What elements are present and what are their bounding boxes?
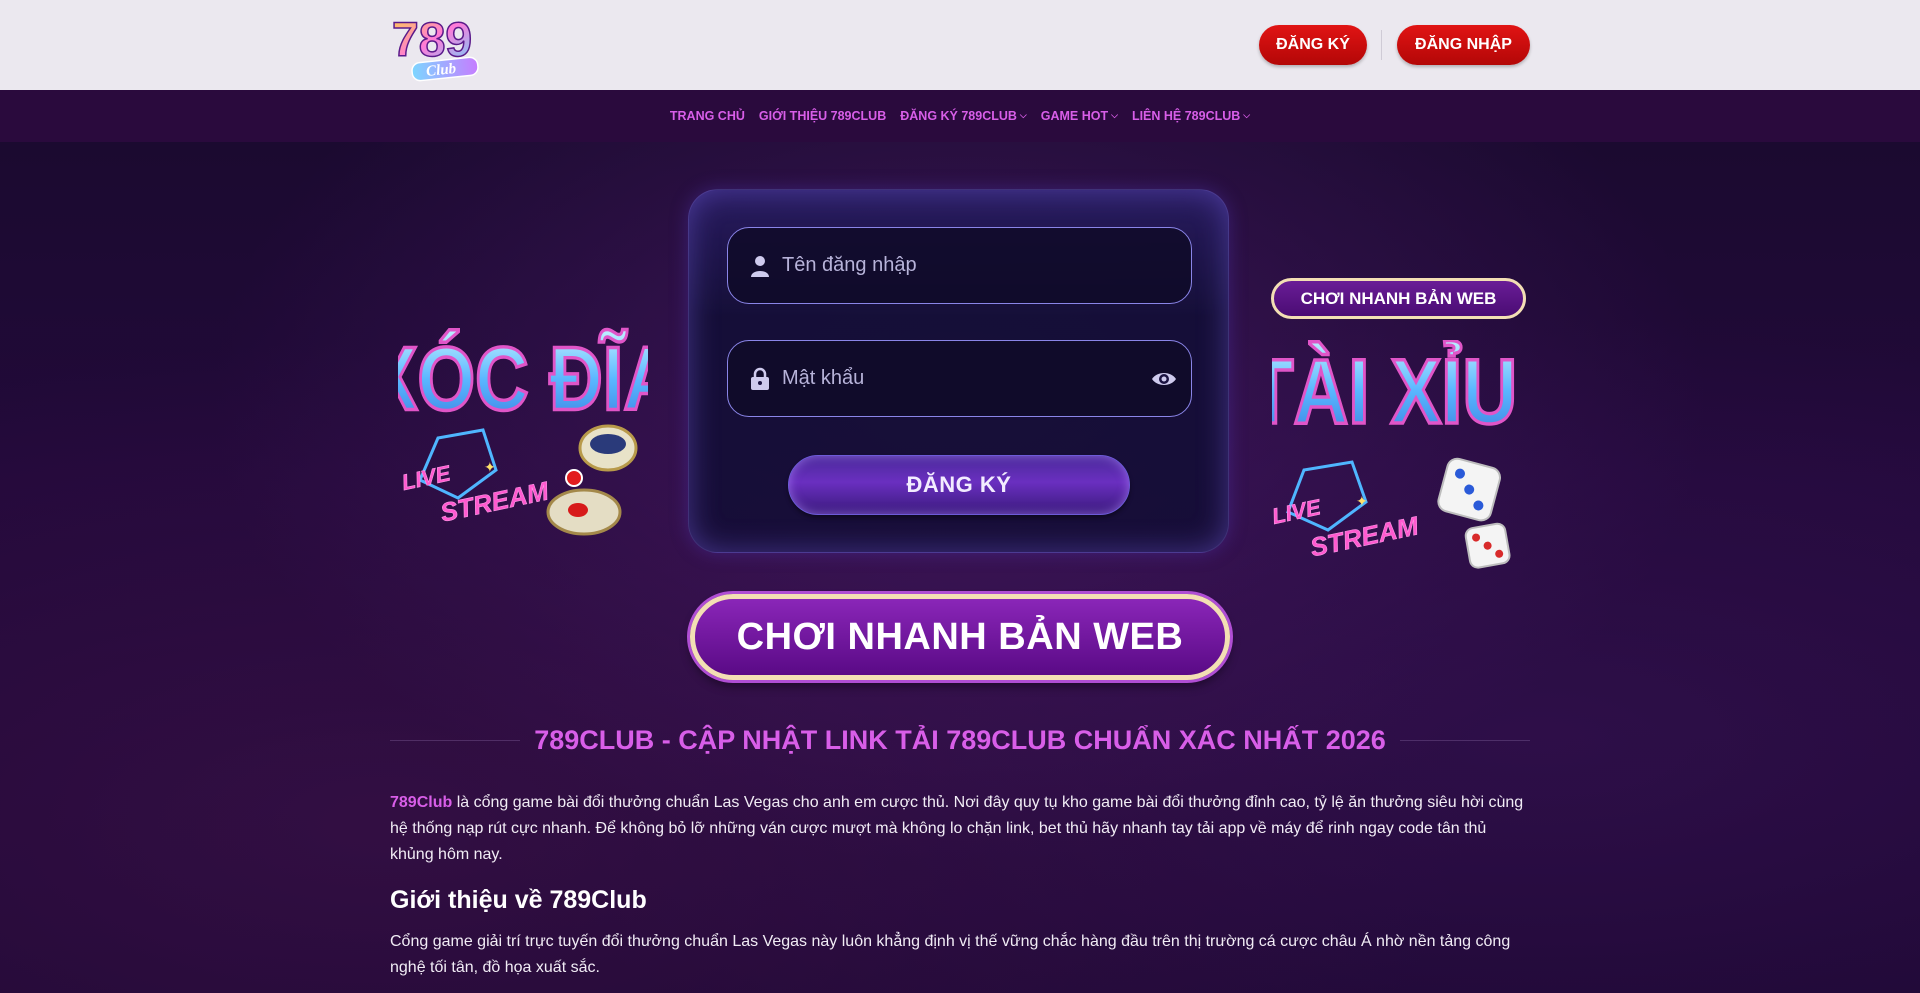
- chevron-down-icon: ⌵: [1111, 109, 1118, 120]
- show-password-icon[interactable]: [1151, 367, 1177, 391]
- svg-text:✦: ✦: [484, 459, 496, 475]
- password-field[interactable]: [727, 340, 1192, 417]
- svg-text:✦: ✦: [1356, 493, 1368, 509]
- username-field[interactable]: [727, 227, 1192, 304]
- svg-text:STREAM: STREAM: [438, 475, 553, 527]
- nav-item-4[interactable]: LIÊN HỆ 789CLUB ⌵: [1132, 109, 1250, 123]
- article-title-row: 789CLUB - CẬP NHẬT LINK TẢI 789CLUB CHUẨ…: [390, 720, 1530, 760]
- username-input[interactable]: [782, 254, 1122, 277]
- play-web-small-button[interactable]: CHƠI NHANH BẢN WEB: [1271, 278, 1526, 319]
- site-header: 789 Club ĐĂNG KÝ ĐĂNG NHẬP: [0, 0, 1920, 90]
- nav-item-0[interactable]: TRANG CHỦ: [670, 109, 745, 123]
- xoc-dia-title: XÓC ĐĨA: [398, 330, 648, 429]
- title-divider-right: [1399, 739, 1530, 741]
- svg-text:LIVE: LIVE: [399, 460, 453, 495]
- chevron-down-icon: ⌵: [1243, 109, 1251, 120]
- site-logo[interactable]: 789 Club: [390, 4, 488, 84]
- section-paragraph: Cổng game giải trí trực tuyến đổi thưởng…: [390, 933, 1511, 976]
- header-divider: [1381, 30, 1382, 60]
- login-button[interactable]: ĐĂNG NHẬP: [1397, 25, 1530, 65]
- nav-item-label: GIỚI THIỆU 789CLUB: [758, 109, 887, 123]
- svg-text:Club: Club: [425, 61, 457, 80]
- title-divider-left: [390, 739, 521, 741]
- nav-item-label: LIÊN HỆ 789CLUB: [1131, 109, 1241, 123]
- nav-item-label: TRANG CHỦ: [669, 109, 745, 123]
- register-form: ĐĂNG KÝ: [688, 189, 1229, 553]
- nav-list: TRANG CHỦ GIỚI THIỆU 789CLUB ĐĂNG KÝ 789CL…: [670, 109, 1250, 123]
- main-nav: TRANG CHỦ GIỚI THIỆU 789CLUB ĐĂNG KÝ 789CL…: [0, 90, 1920, 142]
- chevron-down-icon: ⌵: [1019, 109, 1027, 120]
- brand-link[interactable]: 789Club: [390, 794, 452, 811]
- nav-item-label: ĐĂNG KÝ 789CLUB: [900, 109, 1017, 123]
- article: 789CLUB - CẬP NHẬT LINK TẢI 789CLUB CHUẨ…: [390, 720, 1530, 981]
- password-input[interactable]: [782, 367, 1122, 390]
- lock-icon: [750, 367, 770, 391]
- nav-item-label: GAME HOT: [1040, 109, 1109, 123]
- nav-item-1[interactable]: GIỚI THIỆU 789CLUB: [759, 109, 886, 123]
- tai-xiu-title: TÀI XỈU: [1272, 340, 1517, 442]
- tai-xiu-promo[interactable]: TÀI XỈU LIVE STREAM ✦: [1272, 340, 1522, 580]
- svg-text:STREAM: STREAM: [1307, 510, 1422, 562]
- intro-text: là cổng game bài đổi thưởng chuẩn Las Ve…: [390, 794, 1524, 863]
- dice-icon: [1437, 457, 1502, 522]
- xoc-dia-promo[interactable]: XÓC ĐĨA LIVE STREAM ✦: [398, 320, 648, 550]
- nav-item-2[interactable]: ĐĂNG KÝ 789CLUB ⌵: [900, 109, 1027, 123]
- section-heading: Giới thiệu về 789Club: [390, 886, 647, 914]
- article-title: 789CLUB - CẬP NHẬT LINK TẢI 789CLUB CHUẨ…: [534, 724, 1386, 755]
- intro-paragraph: 789Club là cổng game bài đổi thưởng chuẩ…: [390, 790, 1530, 868]
- submit-register-button[interactable]: ĐĂNG KÝ: [788, 455, 1130, 515]
- dice-icon: [1464, 522, 1511, 569]
- play-web-big-button[interactable]: CHƠI NHANH BẢN WEB: [690, 594, 1230, 680]
- user-icon: [750, 254, 770, 278]
- register-button[interactable]: ĐĂNG KÝ: [1259, 25, 1367, 65]
- nav-item-3[interactable]: GAME HOT ⌵: [1041, 109, 1118, 123]
